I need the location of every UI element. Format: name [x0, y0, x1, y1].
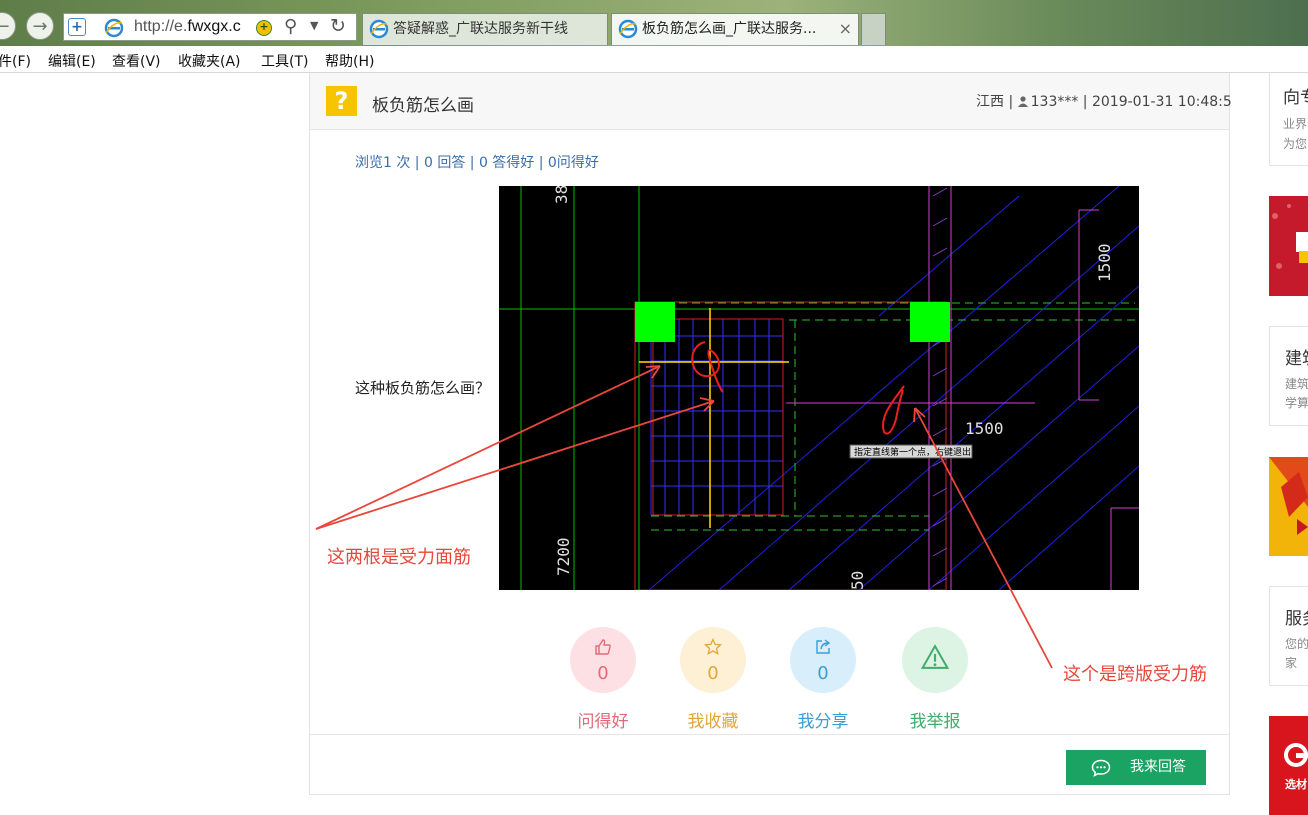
chat-bubble-icon [1091, 759, 1111, 777]
menu-help[interactable]: 帮助(H) [325, 51, 374, 71]
dropdown-arrow-icon[interactable]: ▼ [310, 19, 318, 32]
sidebar-card-2[interactable]: 建筑 建筑 学算 [1269, 326, 1308, 426]
question-mark-icon: ? [326, 86, 357, 116]
cad-dim-mid: 1500 [965, 419, 1004, 438]
cad-dim-bottom: 50 [848, 571, 867, 590]
cad-column-right [910, 302, 950, 342]
sidebar-card-3[interactable]: 服务 您的 家 [1269, 586, 1308, 686]
question-title: 板负筋怎么画 [372, 96, 474, 116]
report-button[interactable]: 我举报 [895, 627, 975, 732]
sidebar-card-title: 向专 [1283, 88, 1308, 108]
sidebar-card-text: 家 [1285, 656, 1298, 670]
cad-dim-right: 1500 [1095, 243, 1114, 282]
sidebar-card-text: 学算 [1285, 396, 1308, 410]
menu-view[interactable]: 查看(V) [112, 51, 161, 71]
close-tab-icon[interactable]: × [839, 14, 852, 44]
menu-bar: 件(F) 编辑(E) 查看(V) 收藏夹(A) 工具(T) 帮助(H) [0, 46, 1308, 73]
cad-dim-left: 7200 [554, 537, 573, 576]
favorite-circle[interactable]: 0 [680, 627, 746, 693]
cad-mesh [650, 318, 784, 516]
search-icon[interactable]: ⚲ [284, 16, 297, 37]
card-footer: 我来回答 [310, 734, 1229, 795]
share-circle[interactable]: 0 [790, 627, 856, 693]
cad-dashed [651, 302, 1135, 531]
share-label: 我分享 [797, 712, 849, 732]
star-icon [704, 638, 722, 656]
sidebar-card-title: 建筑 [1285, 349, 1308, 369]
cad-drawing-image[interactable]: 38 1500 1500 7200 50 指定直线第一个点，右键退出 [499, 186, 1139, 590]
tab-answers[interactable]: 答疑解惑_广联达服务新干线 [362, 13, 608, 45]
share-count: 0 [817, 663, 829, 684]
cad-dim-top: 38 [552, 186, 571, 204]
thumbs-up-icon [595, 639, 611, 655]
ie-page-icon [104, 18, 124, 38]
ie-tab-icon [618, 19, 638, 39]
answer-button-label: 我来回答 [1130, 759, 1186, 775]
annotation-right: 这个是跨版受力筋 [1063, 664, 1207, 685]
ie-tab-icon [369, 19, 389, 39]
favorite-count: 0 [707, 663, 719, 684]
warning-icon [921, 644, 949, 669]
good-question-circle[interactable]: 0 [570, 627, 636, 693]
cad-grid-lines [499, 186, 1139, 590]
cad-hand-marks [691, 341, 905, 435]
question-card: ? 板负筋怎么画 江西 | 133*** | 2019-01-31 10:48:… [309, 73, 1232, 795]
good-question-button[interactable]: 0 问得好 [563, 627, 643, 732]
forward-button[interactable]: → [26, 12, 54, 40]
menu-file[interactable]: 件(F) [0, 51, 31, 71]
user-icon [1017, 96, 1028, 107]
new-tab-button[interactable] [861, 13, 886, 45]
refresh-icon[interactable]: ↻ [330, 15, 346, 37]
question-datetime: 2019-01-31 10:48:5 [1091, 94, 1232, 110]
brand-logo-icon [1284, 743, 1308, 767]
sidebar-banner-red[interactable] [1269, 196, 1308, 296]
sidebar-card-text: 您的 [1285, 637, 1308, 651]
good-question-count: 0 [597, 663, 609, 684]
address-bar[interactable]: + http://e.fwxgx.c + ⚲ ▼ ↻ [63, 13, 357, 41]
menu-favorites[interactable]: 收藏夹(A) [178, 51, 241, 71]
sidebar-card-1[interactable]: 向专 业界 为您 [1269, 73, 1308, 166]
compat-view-icon[interactable]: + [256, 20, 272, 36]
question-body: 这种板负筋怎么画？ [355, 379, 491, 397]
annotation-left: 这两根是受力面筋 [327, 547, 471, 568]
favorite-label: 我收藏 [687, 712, 739, 732]
question-user[interactable]: 133*** [1031, 94, 1079, 110]
sidebar-banner-logo[interactable]: 选材 [1269, 716, 1308, 815]
cad-dimensions: 38 1500 1500 7200 50 [552, 186, 1114, 590]
back-button[interactable]: ← [0, 12, 16, 40]
share-icon [816, 639, 831, 654]
menu-tools[interactable]: 工具(T) [261, 51, 308, 71]
sidebar-card-text: 业界 [1283, 117, 1308, 131]
favorite-button[interactable]: 0 我收藏 [673, 627, 753, 732]
cad-magenta [786, 186, 1139, 590]
question-stats: 浏览1 次 | 0 回答 | 0 答得好 | 0问得好 [355, 155, 599, 171]
question-region: 江西 [976, 94, 1004, 110]
menu-edit[interactable]: 编辑(E) [48, 51, 96, 71]
browser-chrome: ← → + http://e.fwxgx.c + ⚲ ▼ ↻ 答疑解惑_广联达服… [0, 0, 1308, 46]
forward-arrow-icon: → [32, 16, 48, 37]
address-url: http://e.fwxgx.c [134, 18, 241, 35]
report-circle[interactable] [902, 627, 968, 693]
sidebar-banner-yellow[interactable] [1269, 457, 1308, 556]
answer-button[interactable]: 我来回答 [1066, 750, 1206, 785]
tab-label: 答疑解惑_广联达服务新干线 [393, 21, 568, 37]
good-question-label: 问得好 [577, 712, 629, 732]
question-header: ? 板负筋怎么画 江西 | 133*** | 2019-01-31 10:48:… [310, 73, 1232, 130]
add-favorite-icon[interactable]: + [68, 18, 86, 36]
share-button[interactable]: 0 我分享 [783, 627, 863, 732]
sidebar-card-text: 为您 [1283, 137, 1308, 151]
tab-current[interactable]: 板负筋怎么画_广联达服务... × [611, 13, 859, 45]
sidebar-card-title: 服务 [1285, 609, 1308, 629]
tab-label: 板负筋怎么画_广联达服务... [642, 21, 817, 37]
question-meta: 江西 | 133*** | 2019-01-31 10:48:5 [976, 94, 1232, 110]
sidebar-card-text: 建筑 [1285, 377, 1308, 391]
report-label: 我举报 [909, 712, 961, 732]
cad-column-left [635, 302, 675, 342]
cad-tooltip: 指定直线第一个点，右键退出 [854, 446, 971, 458]
cad-column-hatch [932, 187, 948, 587]
sidebar-logo-text: 选材 [1285, 778, 1307, 791]
